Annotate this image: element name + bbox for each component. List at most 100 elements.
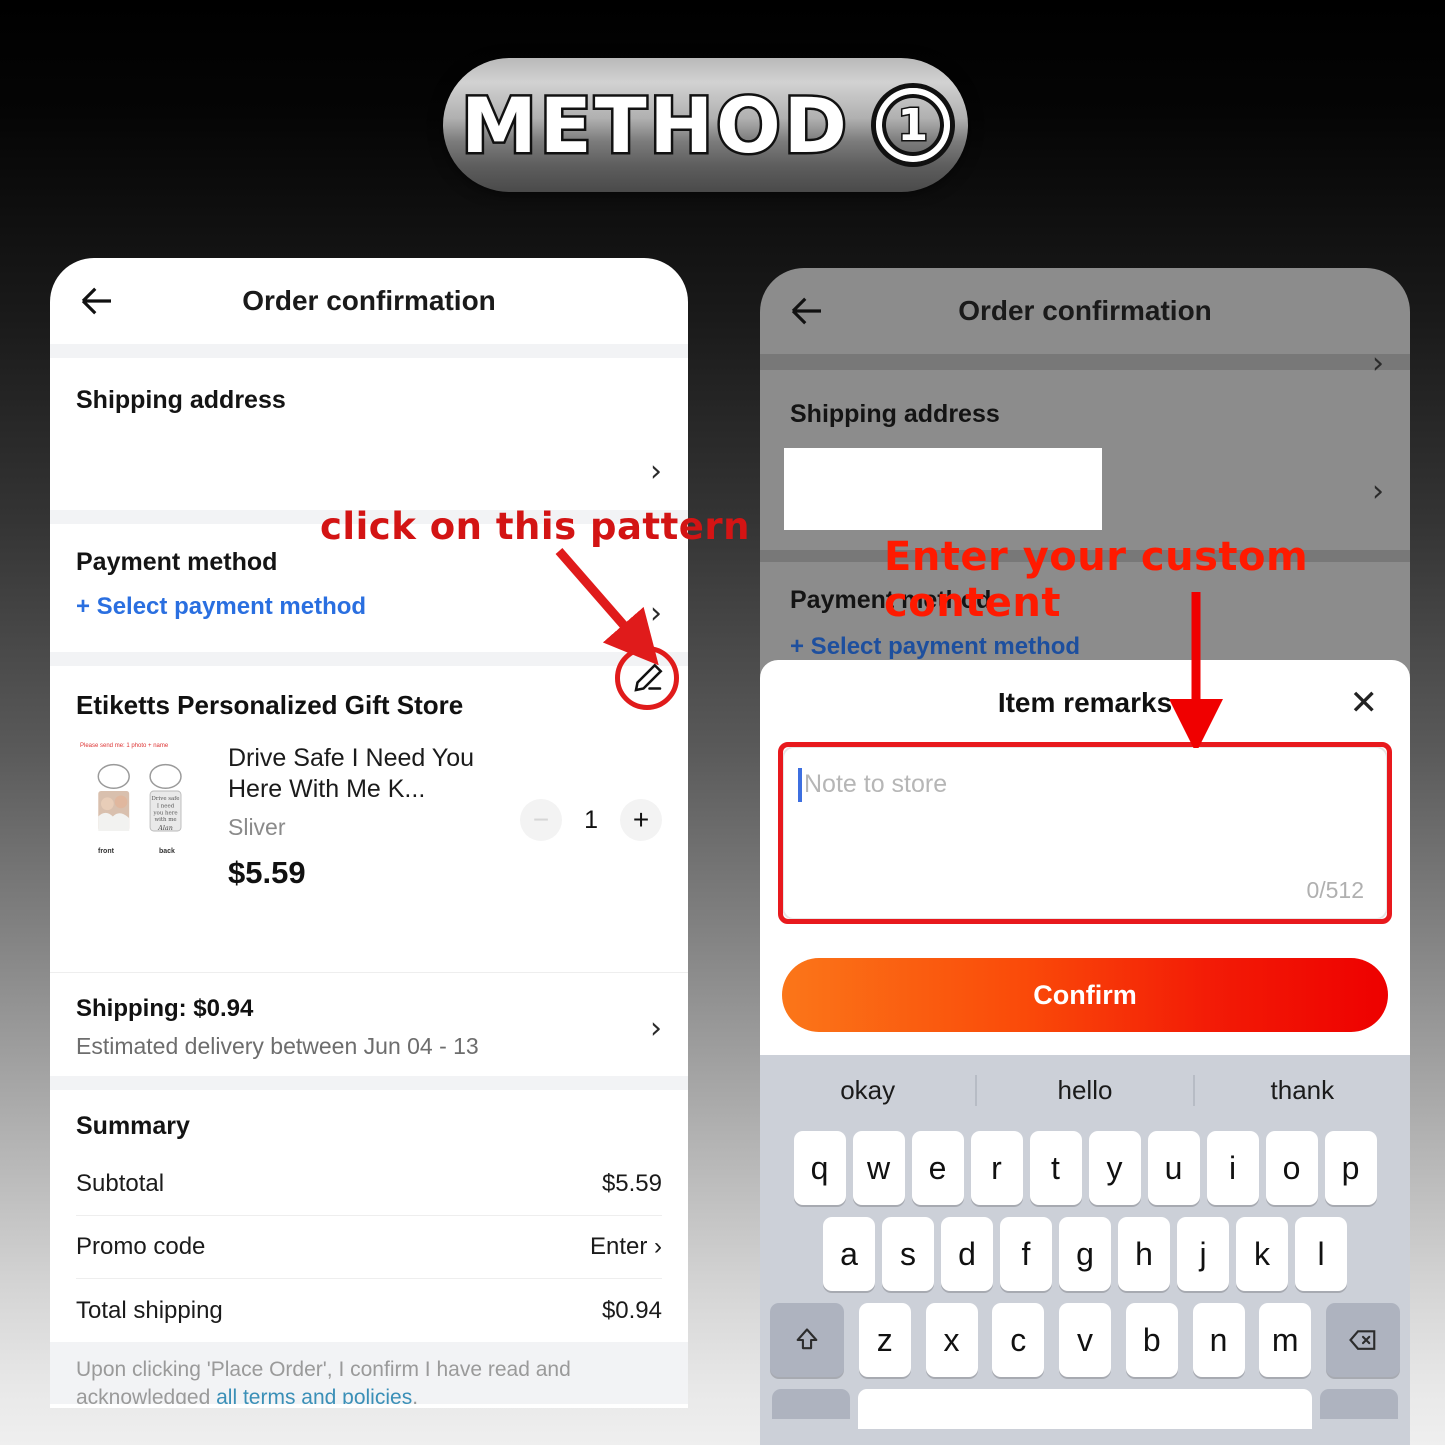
key-n[interactable]: n xyxy=(1192,1303,1245,1377)
keyboard-row-3: z x c v b n m xyxy=(764,1303,1406,1377)
key-z[interactable]: z xyxy=(858,1303,911,1377)
store-name[interactable]: Etiketts Personalized Gift Store xyxy=(76,690,463,721)
right-payment-chevron-icon: › xyxy=(1372,346,1384,381)
quantity-stepper[interactable]: − 1 + xyxy=(520,799,662,841)
key-y[interactable]: y xyxy=(1088,1131,1141,1205)
backspace-icon[interactable] xyxy=(1326,1303,1400,1377)
divider-4 xyxy=(50,1076,688,1090)
terms-disclaimer: Upon clicking 'Place Order', I confirm I… xyxy=(50,1342,688,1404)
redacted-address-block xyxy=(784,448,1102,530)
key-q[interactable]: q xyxy=(793,1131,846,1205)
note-highlight-box xyxy=(778,742,1392,924)
back-arrow-icon[interactable] xyxy=(76,280,118,322)
annotation-click-pattern: click on this pattern xyxy=(320,505,750,548)
product-thumbnail[interactable]: Please send me: 1 photo + name Drive saf… xyxy=(76,743,206,855)
keyboard-rows: q w e r t y u i o p a s d f g h j k l z … xyxy=(760,1125,1410,1429)
method-banner: METHOD 1 xyxy=(443,58,968,192)
key-e[interactable]: e xyxy=(911,1131,964,1205)
order-item-details: Drive Safe I Need You Here With Me K... … xyxy=(206,743,520,891)
keyboard-row-1: q w e r t y u i o p xyxy=(764,1131,1406,1205)
terms-link[interactable]: all terms and policies xyxy=(216,1386,412,1404)
key-k[interactable]: k xyxy=(1236,1217,1288,1291)
right-shipping-address-section[interactable]: Shipping address › xyxy=(760,370,1410,550)
item-remarks-modal: Item remarks ✕ Note to store 0/512 Confi… xyxy=(760,660,1410,1058)
symbols-key[interactable] xyxy=(772,1389,850,1419)
summary-title: Summary xyxy=(76,1112,190,1140)
left-shipping-address-section[interactable]: Shipping address › xyxy=(50,358,688,510)
order-item-row: Please send me: 1 photo + name Drive saf… xyxy=(76,743,662,891)
summary-row-subtotal: Subtotal $5.59 xyxy=(76,1153,662,1216)
key-l[interactable]: l xyxy=(1295,1217,1347,1291)
pencil-icon[interactable] xyxy=(630,660,666,696)
key-d[interactable]: d xyxy=(941,1217,993,1291)
key-w[interactable]: w xyxy=(852,1131,905,1205)
shift-icon[interactable] xyxy=(770,1303,844,1377)
order-total-row: Total $6.53 xyxy=(50,1404,688,1408)
suggestion-bar: okay hello thank xyxy=(760,1055,1410,1125)
return-key[interactable] xyxy=(1320,1389,1398,1419)
keyboard-bottom-row xyxy=(764,1389,1406,1429)
back-arrow-icon[interactable] xyxy=(786,290,828,332)
thumb-back-label: back xyxy=(159,848,175,855)
keychain-illustration: Drive safe I need you here with me Alan xyxy=(97,763,182,832)
left-appbar: Order confirmation xyxy=(50,258,688,344)
key-r[interactable]: r xyxy=(970,1131,1023,1205)
right-shipping-address-label: Shipping address xyxy=(790,400,1000,428)
close-icon[interactable]: ✕ xyxy=(1350,683,1379,723)
key-o[interactable]: o xyxy=(1265,1131,1318,1205)
left-phone-screen: Order confirmation Shipping address › Pa… xyxy=(50,258,688,1408)
note-field-wrapper: Note to store 0/512 xyxy=(778,742,1392,924)
key-c[interactable]: c xyxy=(992,1303,1045,1377)
key-u[interactable]: u xyxy=(1147,1131,1200,1205)
quantity-decrease-button[interactable]: − xyxy=(520,799,563,841)
suggestion-hello[interactable]: hello xyxy=(975,1074,1192,1106)
summary-row-promo[interactable]: Promo code Enter › xyxy=(76,1216,662,1279)
key-f[interactable]: f xyxy=(1000,1217,1052,1291)
promo-code-label: Promo code xyxy=(76,1233,206,1260)
shipping-fee-label: Shipping: $0.94 xyxy=(76,995,254,1022)
key-v[interactable]: v xyxy=(1059,1303,1111,1377)
key-x[interactable]: x xyxy=(925,1303,978,1377)
subtotal-label: Subtotal xyxy=(76,1170,165,1197)
svg-text:with me: with me xyxy=(154,817,176,823)
key-j[interactable]: j xyxy=(1177,1217,1229,1291)
svg-text:you here: you here xyxy=(152,811,177,817)
promo-code-value[interactable]: Enter › xyxy=(590,1233,662,1261)
store-header: Etiketts Personalized Gift Store xyxy=(76,690,662,721)
product-title[interactable]: Drive Safe I Need You Here With Me K... xyxy=(228,743,520,806)
key-m[interactable]: m xyxy=(1259,1303,1312,1377)
key-g[interactable]: g xyxy=(1059,1217,1111,1291)
key-h[interactable]: h xyxy=(1118,1217,1170,1291)
subtotal-value: $5.59 xyxy=(601,1170,662,1197)
key-b[interactable]: b xyxy=(1125,1303,1178,1377)
left-shipping-fee-row[interactable]: Shipping: $0.94 Estimated delivery betwe… xyxy=(50,972,688,1076)
thumb-caption: Please send me: 1 photo + name xyxy=(80,743,169,749)
summary-row-total-shipping: Total shipping $0.94 xyxy=(76,1279,662,1342)
key-s[interactable]: s xyxy=(882,1217,934,1291)
quantity-increase-button[interactable]: + xyxy=(620,799,662,841)
confirm-button[interactable]: Confirm xyxy=(782,958,1388,1032)
suggestion-okay[interactable]: okay xyxy=(760,1075,975,1106)
right-phone-screen: Order confirmation Shipping address › Pa… xyxy=(760,268,1410,1445)
left-page-title: Order confirmation xyxy=(242,285,496,316)
svg-text:Drive safe: Drive safe xyxy=(152,796,180,802)
suggestion-thank[interactable]: thank xyxy=(1192,1074,1410,1106)
svg-text:Alan: Alan xyxy=(157,824,173,832)
on-screen-keyboard: okay hello thank q w e r t y u i o p a s… xyxy=(760,1055,1410,1445)
key-a[interactable]: a xyxy=(823,1217,875,1291)
space-key[interactable] xyxy=(858,1389,1312,1429)
quantity-value: 1 xyxy=(584,805,598,834)
key-t[interactable]: t xyxy=(1029,1131,1082,1205)
annotation-enter-content: Enter your custom content xyxy=(884,534,1309,626)
right-select-payment-method-link[interactable]: + Select payment method xyxy=(790,633,1380,661)
total-shipping-label: Total shipping xyxy=(76,1296,223,1324)
key-i[interactable]: i xyxy=(1206,1131,1259,1205)
key-p[interactable]: p xyxy=(1324,1131,1377,1205)
annotation-arrow-right xyxy=(1170,592,1223,748)
svg-text:I need: I need xyxy=(157,803,175,809)
right-shipping-chevron-icon: › xyxy=(1372,474,1384,509)
shipping-chevron-icon: › xyxy=(650,454,662,489)
product-variant: Sliver xyxy=(228,813,286,840)
right-page-title: Order confirmation xyxy=(958,295,1212,326)
annotation-arrow-left xyxy=(555,548,659,665)
